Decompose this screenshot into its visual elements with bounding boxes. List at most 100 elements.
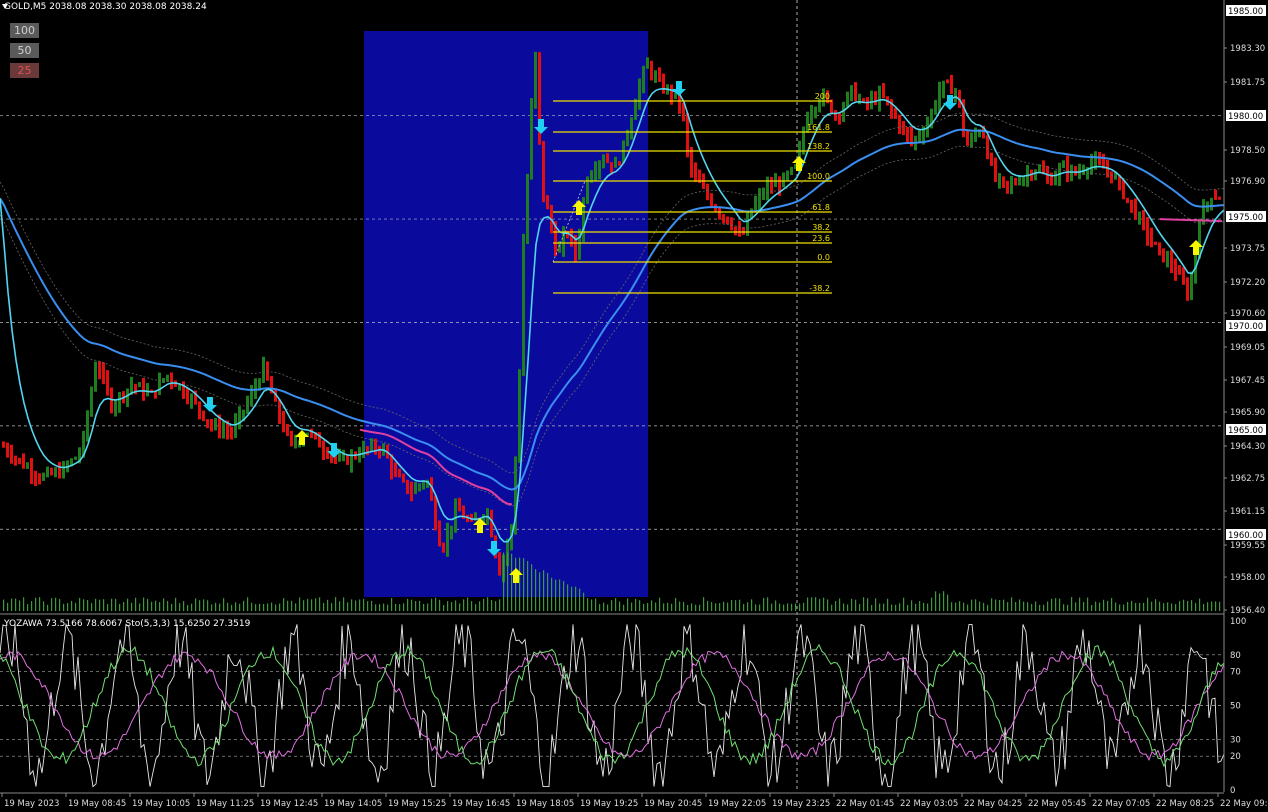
- volume-bar: [91, 603, 93, 611]
- volume-bar: [59, 598, 61, 611]
- volume-bar: [1119, 604, 1121, 611]
- price-bar: [658, 67, 661, 82]
- indicator-axis-label: 80: [1230, 651, 1241, 661]
- volume-bar: [399, 604, 401, 611]
- volume-bar: [807, 597, 809, 611]
- volume-bar: [1059, 598, 1061, 611]
- price-bar: [630, 117, 633, 140]
- price-bar: [106, 370, 109, 396]
- volume-bar: [1099, 602, 1101, 611]
- volume-bar: [1155, 599, 1157, 611]
- price-bar: [1166, 250, 1169, 268]
- volume-bar: [291, 600, 293, 611]
- price-bar: [718, 207, 721, 220]
- price-bar: [322, 440, 325, 460]
- volume-bar: [823, 597, 825, 611]
- time-axis-label: 22 May 05:45: [1028, 799, 1086, 809]
- volume-bar: [647, 602, 649, 611]
- volume-bar: [1091, 604, 1093, 611]
- volume-bar: [583, 592, 585, 611]
- volume-bar: [1115, 602, 1117, 611]
- volume-bar: [255, 604, 257, 611]
- price-bar: [326, 447, 329, 459]
- volume-bar: [659, 597, 661, 611]
- volume-bar: [755, 604, 757, 611]
- volume-bar: [763, 597, 765, 611]
- volume-bar: [183, 601, 185, 611]
- price-bar: [186, 388, 189, 405]
- volume-bar: [207, 600, 209, 611]
- volume-bar: [1187, 600, 1189, 611]
- price-bar: [786, 170, 789, 182]
- volume-bar: [383, 603, 385, 611]
- price-bar: [810, 104, 813, 125]
- indicator-pane[interactable]: [0, 622, 1225, 788]
- price-bar: [766, 176, 769, 201]
- price-bar: [14, 455, 17, 466]
- volume-bar: [855, 599, 857, 611]
- volume-bar: [1179, 601, 1181, 611]
- volume-bar: [739, 599, 741, 611]
- volume-bar: [883, 603, 885, 611]
- time-axis-label: 22 May 08:25: [1156, 799, 1214, 809]
- volume-bar: [1171, 603, 1173, 611]
- price-bar: [562, 226, 565, 257]
- volume-bar: [319, 597, 321, 611]
- price-bar: [710, 193, 713, 208]
- volume-bar: [499, 599, 501, 611]
- volume-bar: [15, 598, 17, 611]
- volume-bar: [355, 600, 357, 611]
- volume-bar: [303, 600, 305, 611]
- volume-bar: [971, 599, 973, 611]
- price-bar: [190, 393, 193, 409]
- volume-bar: [955, 602, 957, 611]
- volume-bar: [711, 602, 713, 611]
- price-bar: [498, 552, 501, 576]
- price-bar: [246, 395, 249, 415]
- price-bar: [278, 399, 281, 425]
- volume-bar: [171, 603, 173, 611]
- price-axis-label: 1960.00: [1228, 531, 1263, 541]
- volume-bar: [983, 602, 985, 611]
- zoom-100-button[interactable]: 100: [10, 23, 39, 38]
- volume-bar: [1051, 598, 1053, 611]
- price-bar: [1122, 179, 1125, 200]
- trading-chart[interactable]: 200161.8138.2100.061.838.223.60.0-38.2 1…: [0, 0, 1268, 812]
- volume-bar: [1139, 602, 1141, 611]
- volume-bar: [187, 604, 189, 611]
- indicator-axis-label: 70: [1230, 668, 1241, 678]
- volume-bar: [139, 603, 141, 611]
- volume-bar: [1075, 602, 1077, 611]
- volume-bar: [307, 598, 309, 611]
- volume-bar: [1199, 598, 1201, 611]
- zoom-50-button[interactable]: 50: [10, 43, 39, 58]
- volume-bar: [191, 603, 193, 611]
- volume-bar: [979, 601, 981, 611]
- price-bar: [1130, 199, 1133, 213]
- price-bar: [178, 384, 181, 391]
- volume-bar: [359, 599, 361, 611]
- price-bar: [1214, 189, 1217, 200]
- price-bar: [742, 227, 745, 235]
- price-bar: [986, 135, 989, 160]
- price-pane[interactable]: 200 161.8 138.2 100.0 61.8 38.2 23.6 0.0 -38.2: [0, 0, 1225, 792]
- price-bar: [790, 166, 793, 176]
- volume-bar: [595, 598, 597, 611]
- price-bar: [846, 91, 849, 107]
- volume-bar: [331, 603, 333, 611]
- zoom-25-button[interactable]: 25: [10, 63, 39, 78]
- volume-bar: [371, 600, 373, 611]
- price-bar: [770, 176, 773, 194]
- volume-bar: [107, 604, 109, 611]
- volume-bar: [203, 599, 205, 611]
- price-bar: [1066, 155, 1069, 183]
- time-axis-label: 19 May 18:05: [516, 799, 574, 809]
- price-bar: [442, 542, 445, 553]
- price-axis-label: 1975.00: [1228, 213, 1263, 223]
- price-bar: [950, 74, 953, 95]
- price-bar: [58, 461, 61, 479]
- volume-bar: [831, 604, 833, 611]
- volume-bar: [43, 601, 45, 611]
- volume-bar: [671, 603, 673, 611]
- time-axis-label: 19 May 16:45: [452, 799, 510, 809]
